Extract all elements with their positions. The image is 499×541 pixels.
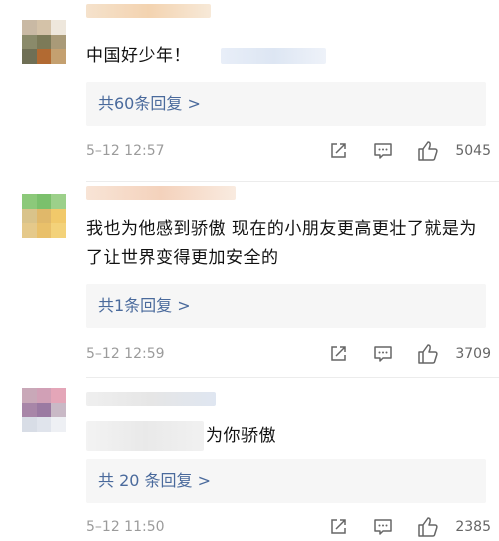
like-count: 2385 [455, 519, 491, 535]
comment-meta: 5–12 12:59 3709 [86, 342, 491, 366]
username-redacted [86, 4, 211, 18]
comment-text-content: 我也为他感到骄傲 现在的小朋友更高更壮了就是为了让世界变得更加安全的 [86, 219, 477, 268]
comment-text: 我也为他感到骄傲 现在的小朋友更高更壮了就是为了让世界变得更加安全的 [86, 215, 485, 273]
comment-icon[interactable] [373, 344, 393, 364]
comment-icon[interactable] [373, 517, 393, 537]
view-replies-button[interactable]: 共 20 条回复 > [86, 459, 486, 503]
like-icon[interactable] [417, 140, 439, 162]
avatar[interactable] [22, 20, 66, 64]
username-redacted [86, 186, 236, 200]
comment-item: 为你骄傲 共 20 条回复 > 5–12 11:50 2385 [0, 378, 499, 541]
timestamp: 5–12 12:59 [86, 346, 165, 362]
comment-icon[interactable] [373, 141, 393, 161]
comment-meta: 5–12 12:57 5045 [86, 139, 491, 163]
comment-meta: 5–12 11:50 2385 [86, 515, 491, 539]
replies-label: 共1条回复 > [98, 296, 191, 315]
text-redacted [220, 48, 326, 64]
text-redacted [86, 421, 204, 451]
share-icon[interactable] [328, 344, 348, 364]
view-replies-button[interactable]: 共60条回复 > [86, 82, 486, 126]
view-replies-button[interactable]: 共1条回复 > [86, 284, 486, 328]
replies-label: 共 20 条回复 > [98, 471, 212, 490]
replies-label: 共60条回复 > [98, 94, 201, 113]
like-icon[interactable] [417, 516, 439, 538]
username-redacted [86, 392, 216, 406]
comment-item: 中国好少年！ 共60条回复 > 5–12 12:57 5045 [0, 0, 499, 170]
comment-text: 为你骄傲 [86, 421, 485, 451]
share-icon[interactable] [328, 517, 348, 537]
share-icon[interactable] [328, 141, 348, 161]
timestamp: 5–12 12:57 [86, 143, 165, 159]
comment-text-content: 中国好少年！ [86, 46, 191, 66]
timestamp: 5–12 11:50 [86, 519, 165, 535]
like-count: 3709 [455, 346, 491, 362]
avatar[interactable] [22, 194, 66, 238]
avatar[interactable] [22, 388, 66, 432]
comment-text: 中国好少年！ [86, 42, 485, 71]
comment-item: 我也为他感到骄傲 现在的小朋友更高更壮了就是为了让世界变得更加安全的 共1条回复… [0, 182, 499, 372]
like-icon[interactable] [417, 343, 439, 365]
like-count: 5045 [455, 143, 491, 159]
comment-text-content: 为你骄傲 [206, 426, 276, 446]
